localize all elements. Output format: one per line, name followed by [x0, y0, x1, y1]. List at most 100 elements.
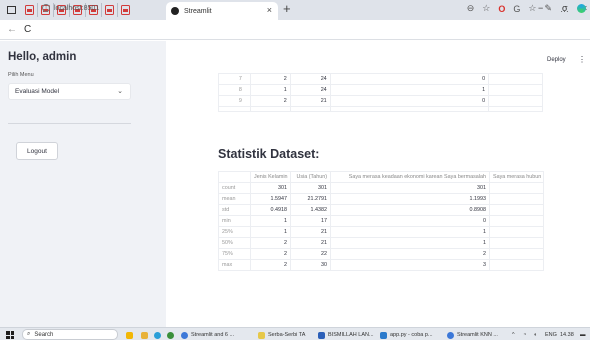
row-index: std	[218, 204, 251, 216]
search-icon: ⌕	[27, 331, 31, 337]
cell: 2	[249, 95, 291, 107]
url-text: localhost:8501	[54, 4, 100, 12]
row-index: count	[218, 182, 251, 194]
cell: 1	[250, 226, 291, 238]
table-row: 50% 2 21 1	[218, 237, 544, 249]
taskbar-app-4[interactable]: app.py - coba p...	[380, 330, 433, 340]
main-menu-icon[interactable]: ⋮	[578, 55, 586, 64]
volume-icon[interactable]: ◐	[534, 330, 537, 340]
cell	[489, 226, 544, 238]
stats-dataframe: Jenis Kelamin Usia (Tahun) Saya merasa k…	[218, 171, 544, 271]
cell	[489, 237, 544, 249]
menu-select[interactable]: Evaluasi Model ⌄	[8, 83, 131, 100]
logout-button[interactable]: Logout	[16, 142, 58, 160]
address-bar: ← C	[0, 20, 590, 40]
cell: 2	[250, 248, 291, 260]
zoom-icon[interactable]: ⊖	[467, 3, 475, 14]
pdf-tab-1[interactable]	[22, 3, 38, 17]
sidebar-greeting: Hello, admin	[8, 51, 77, 63]
table-row	[218, 106, 543, 112]
extension-icon[interactable]: O	[498, 4, 505, 14]
edge-icon[interactable]	[154, 330, 164, 340]
cell: 1.4382	[290, 204, 331, 216]
table-row: std 0.4918 1.4382 0.8908	[218, 204, 544, 216]
column-header[interactable]: Saya merasa hubun	[489, 171, 544, 183]
cell: 301	[290, 182, 331, 194]
windows-icon	[6, 331, 14, 339]
cell: 2	[250, 237, 291, 249]
file-explorer-icon[interactable]	[141, 330, 151, 340]
more-icon[interactable]: …	[560, 4, 569, 14]
network-icon[interactable]: ◔	[523, 330, 526, 340]
edge-copilot-icon[interactable]	[577, 4, 586, 13]
refresh-page-icon[interactable]: G	[513, 4, 520, 14]
cell: 21.2791	[290, 193, 331, 205]
chrome-icon[interactable]	[167, 330, 177, 340]
table-row: 9 2 21 0	[218, 95, 543, 107]
table-row: 25% 1 21 1	[218, 226, 544, 238]
url-field[interactable]: i localhost:8501	[42, 4, 99, 12]
language-indicator[interactable]: ENG	[545, 330, 557, 340]
tab-actions-icon[interactable]	[4, 4, 18, 16]
taskbar-search[interactable]: ⌕ Search	[22, 329, 118, 340]
tab-close-icon[interactable]: ×	[267, 5, 272, 15]
streamlit-favicon-icon	[171, 7, 179, 15]
cell	[489, 182, 544, 194]
cell: 1	[330, 237, 490, 249]
favorite-star-icon[interactable]: ☆	[482, 3, 490, 14]
column-header[interactable]: Saya merasa keadaan ekonomi karean Saya …	[330, 171, 490, 183]
column-header[interactable]: Jenis Kelamin	[250, 171, 291, 183]
pdf-icon	[105, 5, 114, 15]
refresh-icon[interactable]: C	[24, 24, 31, 35]
cell: 21	[290, 237, 331, 249]
cell: 21	[290, 226, 331, 238]
cell: 0.4918	[250, 204, 291, 216]
taskbar-app-label: Serba-Serbi TA	[268, 332, 306, 338]
taskbar-app-3[interactable]: BISMILLAH LAN...	[318, 330, 374, 340]
favorites-icon[interactable]: ☆	[528, 3, 536, 14]
taskbar-app-label: BISMILLAH LAN...	[328, 332, 374, 338]
row-index: 25%	[218, 226, 251, 238]
cell: 2	[249, 73, 291, 85]
taskbar-app-5[interactable]: Streamlit KNN ...	[447, 330, 498, 340]
pdf-tab-6[interactable]	[102, 3, 118, 17]
cell	[488, 73, 543, 85]
cell: 21	[289, 95, 331, 107]
dataframe-top: 7 2 24 0 8 1 24 1 9 2 21 0	[218, 73, 543, 112]
tray-chevron-icon[interactable]: ^	[512, 330, 515, 340]
taskbar-app-label: app.py - coba p...	[390, 332, 433, 338]
new-tab-icon[interactable]: +	[283, 1, 291, 16]
tab-streamlit[interactable]: Streamlit ×	[166, 2, 278, 20]
table-row: count 301 301 301	[218, 182, 544, 194]
cell: 17	[290, 215, 331, 227]
cell	[489, 204, 544, 216]
table-row: mean 1.5947 21.2791 1.1993	[218, 193, 544, 205]
pen-icon[interactable]: ✎	[544, 3, 552, 14]
stats-title: Statistik Dataset:	[218, 147, 320, 161]
row-index: max	[218, 259, 251, 271]
cell	[489, 259, 544, 271]
cell: 0.8908	[330, 204, 490, 216]
taskbar-app-label: Streamlit and 6 ...	[191, 332, 235, 338]
clock[interactable]: 14.38	[560, 330, 574, 340]
cell: 301	[330, 182, 490, 194]
back-icon[interactable]: ←	[7, 24, 17, 35]
search-placeholder: Search	[34, 331, 54, 338]
taskbar-app-1[interactable]: Streamlit and 6 ...	[181, 330, 234, 340]
cell: 1.1993	[330, 193, 490, 205]
deploy-button[interactable]: Deploy	[547, 57, 566, 63]
cell: 22	[290, 248, 331, 260]
row-index: 75%	[218, 248, 251, 260]
cell	[489, 248, 544, 260]
cell	[488, 84, 543, 96]
column-header[interactable]: Usia (Tahun)	[290, 171, 331, 183]
pdf-icon	[121, 5, 130, 15]
widgets-icon[interactable]	[126, 330, 136, 340]
start-button[interactable]	[6, 330, 14, 340]
taskbar-app-2[interactable]: Serba-Serbi TA	[258, 330, 305, 340]
notification-icon[interactable]: ▬	[580, 330, 586, 340]
pdf-tab-7[interactable]	[118, 3, 133, 17]
site-info-icon[interactable]: i	[42, 4, 50, 12]
cell: 2	[330, 248, 490, 260]
index-header	[218, 171, 251, 183]
